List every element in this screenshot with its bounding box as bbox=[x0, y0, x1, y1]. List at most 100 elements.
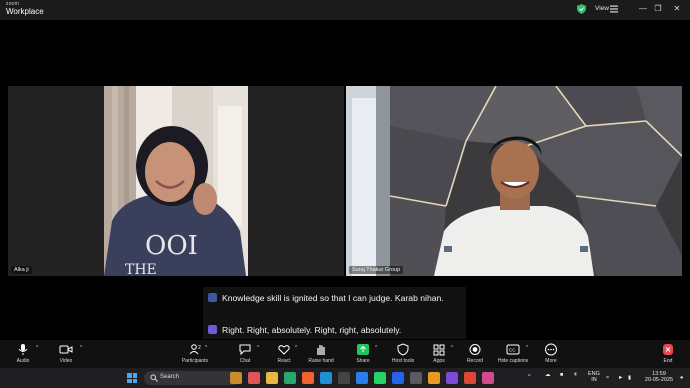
video-options-caret[interactable]: ^ bbox=[80, 345, 82, 351]
participants-options-caret[interactable]: ^ bbox=[205, 345, 207, 351]
participants-icon: 2 bbox=[189, 344, 201, 355]
photos-app-icon[interactable] bbox=[410, 372, 422, 384]
battery-icon[interactable]: ▮ bbox=[628, 375, 631, 381]
chat-label: Chat bbox=[239, 358, 251, 364]
search-placeholder: Search bbox=[160, 374, 180, 380]
apps-label: Apps bbox=[433, 358, 445, 364]
record-icon bbox=[469, 344, 481, 355]
video-label: Video bbox=[59, 358, 73, 364]
participants-button[interactable]: 2 Participants bbox=[175, 343, 215, 364]
outlook-app-icon[interactable] bbox=[356, 372, 368, 384]
wifi-icon[interactable]: ≈ bbox=[606, 375, 609, 381]
svg-text:OOI: OOI bbox=[145, 231, 198, 261]
caption-text-1: Knowledge skill is ignited so that I can… bbox=[222, 293, 444, 303]
windows-start-icon[interactable] bbox=[127, 373, 137, 383]
record-button[interactable]: Record bbox=[455, 343, 495, 364]
caption-avatar-2 bbox=[208, 325, 217, 334]
host-tools-button[interactable]: Host tools bbox=[383, 343, 423, 364]
tray-cloud-icon[interactable]: ☁ bbox=[545, 372, 551, 378]
apps-grid-icon bbox=[433, 344, 445, 356]
more-button[interactable]: More bbox=[531, 343, 571, 364]
telegram-app-icon[interactable] bbox=[320, 372, 332, 384]
share-label: Share bbox=[356, 358, 370, 364]
closed-captions-icon: CC bbox=[506, 344, 520, 355]
copilot-app-icon[interactable] bbox=[248, 372, 260, 384]
svg-text:CC: CC bbox=[509, 348, 516, 353]
language-indicator[interactable]: ENG IN bbox=[588, 371, 600, 383]
microphone-icon bbox=[18, 344, 28, 355]
paint-app-icon[interactable] bbox=[482, 372, 494, 384]
share-screen-icon bbox=[357, 344, 369, 355]
meeting-toolbar: Audio ^ Video ^ 2 Participants ^ Chat ^ … bbox=[0, 340, 690, 368]
edge-browser-icon[interactable] bbox=[284, 372, 296, 384]
participant-name-1: Alka ji bbox=[11, 266, 32, 274]
react-label: React bbox=[277, 358, 291, 364]
zoom-logo: zoom Workplace bbox=[6, 2, 44, 16]
caption-avatar-1 bbox=[208, 293, 217, 302]
chrome-app-icon[interactable] bbox=[464, 372, 476, 384]
record-label: Record bbox=[466, 358, 484, 364]
video-stage: OOI THE Alka ji Suraj Thakur Group Knowl… bbox=[0, 20, 690, 340]
volume-icon[interactable]: ► bbox=[618, 375, 623, 381]
view-grid-icon[interactable] bbox=[610, 5, 618, 13]
minimize-button[interactable]: — bbox=[636, 3, 650, 15]
video-camera-icon bbox=[59, 345, 73, 354]
whatsapp-app-icon[interactable] bbox=[374, 372, 386, 384]
tray-overflow-icon[interactable]: ^ bbox=[528, 374, 531, 380]
title-bar: zoom Workplace View — ❐ ✕ bbox=[0, 0, 690, 20]
audio-label: Audio bbox=[16, 358, 30, 364]
end-meeting-button[interactable]: End bbox=[648, 343, 688, 364]
react-options-caret[interactable]: ^ bbox=[295, 345, 297, 351]
audio-options-caret[interactable]: ^ bbox=[36, 345, 38, 351]
terminal-app-icon[interactable] bbox=[338, 372, 350, 384]
chat-bubble-icon bbox=[239, 344, 251, 356]
zoom-app-icon[interactable] bbox=[392, 372, 404, 384]
close-button[interactable]: ✕ bbox=[670, 3, 684, 15]
caption-text-2: Right. Right, absolutely. Right, right, … bbox=[222, 325, 402, 335]
clock[interactable]: 13:59 20-05-2025 bbox=[640, 371, 678, 383]
taskbar-search-box[interactable]: Search bbox=[144, 371, 240, 385]
host-tools-label: Host tools bbox=[391, 358, 415, 364]
participant-name-2: Suraj Thakur Group bbox=[349, 266, 404, 274]
clock-date: 20-05-2025 bbox=[644, 377, 674, 383]
brand-name: Workplace bbox=[6, 7, 44, 16]
store-app-icon[interactable] bbox=[302, 372, 314, 384]
more-label: More bbox=[545, 358, 557, 364]
participant-video-2 bbox=[346, 86, 682, 276]
participant-tile-1[interactable]: OOI THE Alka ji bbox=[8, 86, 344, 276]
search-icon bbox=[150, 374, 158, 382]
caption-line-1: Knowledge skill is ignited so that I can… bbox=[208, 292, 467, 304]
share-options-caret[interactable]: ^ bbox=[375, 345, 377, 351]
tray-wifi-icon[interactable]: ☀ bbox=[573, 372, 578, 378]
os-taskbar: Search ^ ☁ ■ ☀ ENG IN ≈ ► ▮ 13:59 20-05-… bbox=[0, 368, 690, 388]
raise-hand-label: Raise hand bbox=[308, 358, 334, 364]
restore-button[interactable]: ❐ bbox=[651, 3, 665, 15]
caption-line-2: Right. Right, absolutely. Right, right, … bbox=[208, 324, 467, 336]
raise-hand-button[interactable]: Raise hand bbox=[301, 343, 341, 364]
view-menu-button[interactable]: View bbox=[595, 5, 609, 12]
language-region: IN bbox=[591, 377, 597, 383]
encryption-shield-icon[interactable] bbox=[577, 4, 586, 14]
svg-text:THE: THE bbox=[125, 262, 157, 276]
apps-options-caret[interactable]: ^ bbox=[451, 345, 453, 351]
chat-options-caret[interactable]: ^ bbox=[257, 345, 259, 351]
end-call-icon bbox=[663, 344, 673, 355]
tray-app-icon[interactable]: ■ bbox=[560, 372, 563, 378]
react-heart-icon bbox=[278, 345, 290, 355]
files-app-icon[interactable] bbox=[428, 372, 440, 384]
widget-app-icon[interactable] bbox=[230, 372, 242, 384]
participants-count: 2 bbox=[198, 345, 201, 351]
participants-label: Participants bbox=[181, 358, 209, 364]
hide-captions-label: Hide captions bbox=[497, 358, 529, 364]
file-explorer-icon[interactable] bbox=[266, 372, 278, 384]
raise-hand-icon bbox=[317, 345, 325, 355]
participant-video-1: OOI THE bbox=[8, 86, 344, 276]
shield-icon bbox=[397, 343, 409, 356]
notifications-icon[interactable]: ● bbox=[680, 375, 683, 381]
end-label: End bbox=[663, 358, 673, 364]
captions-panel: Knowledge skill is ignited so that I can… bbox=[203, 287, 466, 339]
participant-tile-2[interactable]: Suraj Thakur Group bbox=[346, 86, 682, 276]
captions-options-caret[interactable]: ^ bbox=[526, 345, 528, 351]
react-button[interactable]: React bbox=[264, 343, 304, 364]
teams-app-icon[interactable] bbox=[446, 372, 458, 384]
